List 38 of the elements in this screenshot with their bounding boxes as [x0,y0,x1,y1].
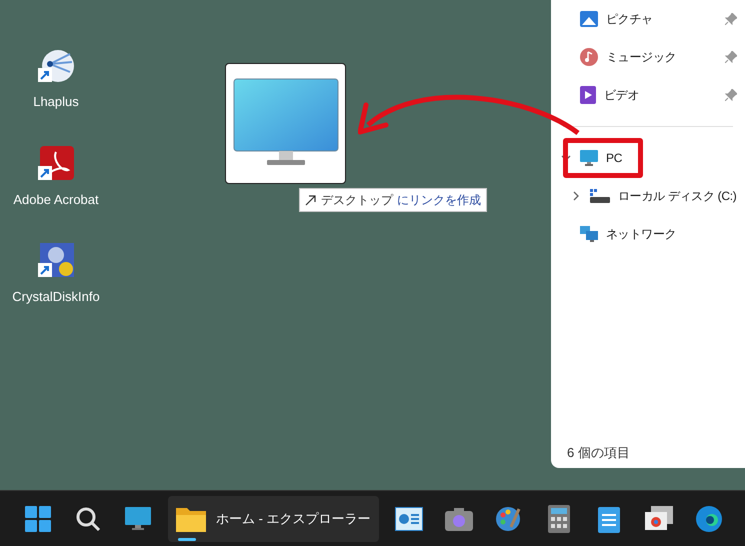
start-icon [24,504,52,532]
browser-icon [694,504,723,532]
file-explorer-button[interactable]: ホーム - エクスプローラー [168,496,379,542]
pin-icon[interactable] [725,13,737,25]
tooltip-target: デスクトップ [321,192,393,209]
video-icon [580,86,596,104]
monitor-icon [580,150,598,166]
picture-icon [580,11,598,27]
camera-app-icon [444,506,473,530]
monitor-app-icon [125,506,151,530]
file-explorer-icon [176,506,206,532]
search-icon [75,506,101,532]
music-icon [580,48,598,66]
notepad-icon [598,504,620,532]
tooltip-action: にリンクを作成 [397,192,481,209]
palette-app-icon [494,504,523,532]
pin-icon[interactable] [725,51,737,63]
chart-app-icon [394,506,423,530]
nav-item-label[interactable]: ミュージック [606,48,676,66]
desktop-icon-label[interactable]: Adobe Acrobat [13,190,99,209]
status-bar-text: 6 個の項目 [566,444,631,462]
chevron-right-icon[interactable] [571,191,581,201]
stacked-windows-icon [644,506,673,532]
fan-app-icon [38,48,74,84]
arrow-icon [305,194,317,206]
nav-item-label[interactable]: ネットワーク [606,225,676,243]
nav-item-label[interactable]: ローカル ディスク (C:) [618,187,736,205]
pin-icon[interactable] [725,89,737,101]
nav-item-label[interactable]: ビデオ [604,86,640,104]
nav-item-label[interactable]: PC [606,149,622,167]
nav-item-label[interactable]: ピクチャ [606,10,653,28]
drive-icon [590,189,610,203]
desktop-icon-label[interactable]: CrystalDiskInfo [12,287,100,306]
calculator-icon [548,504,570,532]
disk-app-icon [38,243,74,279]
pdf-app-icon [38,146,74,182]
desktop-icon-label[interactable]: Lhaplus [33,92,79,112]
network-icon [580,226,598,242]
